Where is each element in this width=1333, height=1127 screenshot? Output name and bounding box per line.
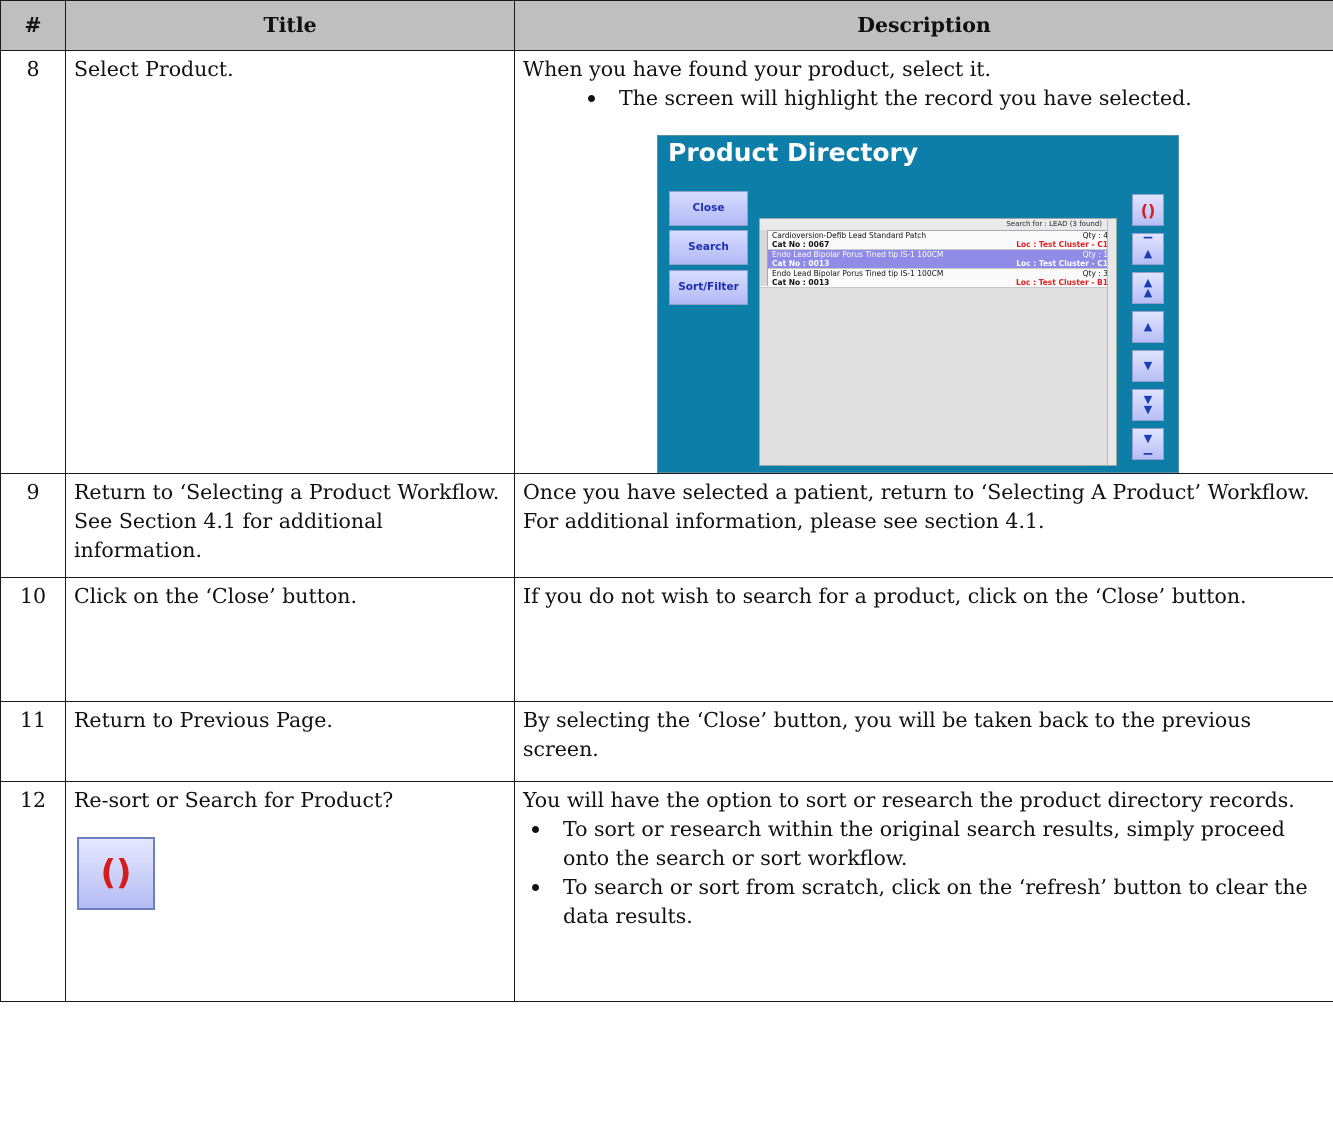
column-header-description: Description bbox=[514, 0, 1333, 51]
product-cat-no: Cat No : 0067 bbox=[772, 240, 830, 249]
product-location: Loc : Test Cluster - B1 bbox=[1016, 278, 1108, 287]
step-number: 9 bbox=[0, 473, 66, 578]
product-directory-title: Product Directory bbox=[668, 138, 919, 167]
product-location: Loc : Test Cluster - C1 bbox=[1016, 259, 1108, 268]
step-title: Click on the ‘Close’ button. bbox=[65, 577, 515, 702]
step-number: 12 bbox=[0, 781, 66, 1002]
page-up-icon: ▲ ▲ bbox=[1143, 276, 1153, 299]
step-number: 10 bbox=[0, 577, 66, 702]
last-page-button[interactable]: ▼ ▁ bbox=[1132, 428, 1164, 460]
step-title-text: Re-sort or Search for Product? bbox=[74, 788, 394, 812]
bullet-item: The screen will highlight the record you… bbox=[523, 84, 1325, 113]
row-selector-gutter bbox=[760, 230, 768, 286]
table-row: 9 Return to ‘Selecting a Product Workflo… bbox=[0, 473, 1333, 578]
first-page-icon: ▔ ▲ bbox=[1143, 237, 1153, 260]
step-title: Return to Previous Page. bbox=[65, 701, 515, 782]
step-description: If you do not wish to search for a produ… bbox=[514, 577, 1333, 702]
sort-filter-button[interactable]: Sort/Filter bbox=[669, 270, 748, 305]
column-header-title: Title bbox=[65, 0, 515, 51]
step-description: You will have the option to sort or rese… bbox=[514, 781, 1333, 1002]
search-button[interactable]: Search bbox=[669, 230, 748, 265]
refresh-button[interactable]: () bbox=[1132, 194, 1164, 226]
product-name: Cardioversion-Defib Lead Standard Patch bbox=[772, 231, 927, 240]
step-title: Select Product. bbox=[65, 50, 515, 474]
description-text: When you have found your product, select… bbox=[523, 57, 992, 81]
product-qty: Qty : 4 bbox=[1082, 231, 1108, 240]
instruction-table: # Title Description 8 Select Product. Wh… bbox=[0, 0, 1333, 1002]
product-qty: Qty : 3 bbox=[1082, 269, 1108, 278]
product-directory-screenshot: Product Directory Close Search Sort/Filt… bbox=[657, 135, 1179, 473]
row-down-button[interactable]: ▼ bbox=[1132, 350, 1164, 382]
description-text: You will have the option to sort or rese… bbox=[523, 788, 1295, 812]
table-row: 8 Select Product. When you have found yo… bbox=[0, 50, 1333, 474]
list-scrollbar[interactable] bbox=[1107, 219, 1116, 465]
step-number: 8 bbox=[0, 50, 66, 474]
product-qty: Qty : 1 bbox=[1082, 250, 1108, 259]
product-name: Endo Lead Bipolar Porus Tined tip IS-1 1… bbox=[772, 269, 944, 278]
list-item-selected[interactable]: Endo Lead Bipolar Porus Tined tip IS-1 1… bbox=[760, 250, 1116, 269]
product-name: Endo Lead Bipolar Porus Tined tip IS-1 1… bbox=[772, 250, 944, 259]
table-row: 12 Re-sort or Search for Product? () You… bbox=[0, 781, 1333, 1002]
row-up-button[interactable]: ▲ bbox=[1132, 311, 1164, 343]
step-description: When you have found your product, select… bbox=[514, 50, 1333, 474]
step-title: Return to ‘Selecting a Product Workflow.… bbox=[65, 473, 515, 578]
bullet-item: To search or sort from scratch, click on… bbox=[523, 873, 1325, 931]
page-down-icon: ▼ ▼ bbox=[1143, 393, 1153, 416]
refresh-icon: () bbox=[1140, 200, 1156, 220]
refresh-icon: () bbox=[100, 853, 132, 893]
step-description: By selecting the ‘Close’ button, you wil… bbox=[514, 701, 1333, 782]
product-location: Loc : Test Cluster - C1 bbox=[1016, 240, 1108, 249]
table-row: 11 Return to Previous Page. By selecting… bbox=[0, 701, 1333, 782]
step-title: Re-sort or Search for Product? () bbox=[65, 781, 515, 1002]
last-page-icon: ▼ ▁ bbox=[1143, 432, 1153, 455]
bullet-list: To sort or research within the original … bbox=[523, 815, 1325, 931]
product-cat-no: Cat No : 0013 bbox=[772, 278, 830, 287]
page-down-button[interactable]: ▼ ▼ bbox=[1132, 389, 1164, 421]
refresh-button-image: () bbox=[77, 837, 155, 910]
list-item[interactable]: Endo Lead Bipolar Porus Tined tip IS-1 1… bbox=[760, 269, 1116, 288]
column-header-number: # bbox=[0, 0, 66, 51]
product-cat-no: Cat No : 0013 bbox=[772, 259, 830, 268]
list-item[interactable]: Cardioversion-Defib Lead Standard Patch Q… bbox=[760, 231, 1116, 250]
table-header-row: # Title Description bbox=[0, 0, 1333, 51]
row-down-icon: ▼ bbox=[1143, 359, 1153, 372]
bullet-list: The screen will highlight the record you… bbox=[523, 84, 1325, 113]
first-page-button[interactable]: ▔ ▲ bbox=[1132, 233, 1164, 265]
bullet-item: To sort or research within the original … bbox=[523, 815, 1325, 873]
product-list[interactable]: Search for : LEAD (3 found) Cardioversio… bbox=[759, 218, 1117, 466]
step-description: Once you have selected a patient, return… bbox=[514, 473, 1333, 578]
search-results-header: Search for : LEAD (3 found) bbox=[760, 219, 1116, 231]
row-up-icon: ▲ bbox=[1143, 320, 1153, 333]
step-number: 11 bbox=[0, 701, 66, 782]
page-up-button[interactable]: ▲ ▲ bbox=[1132, 272, 1164, 304]
close-button[interactable]: Close bbox=[669, 191, 748, 226]
table-row: 10 Click on the ‘Close’ button. If you d… bbox=[0, 577, 1333, 702]
